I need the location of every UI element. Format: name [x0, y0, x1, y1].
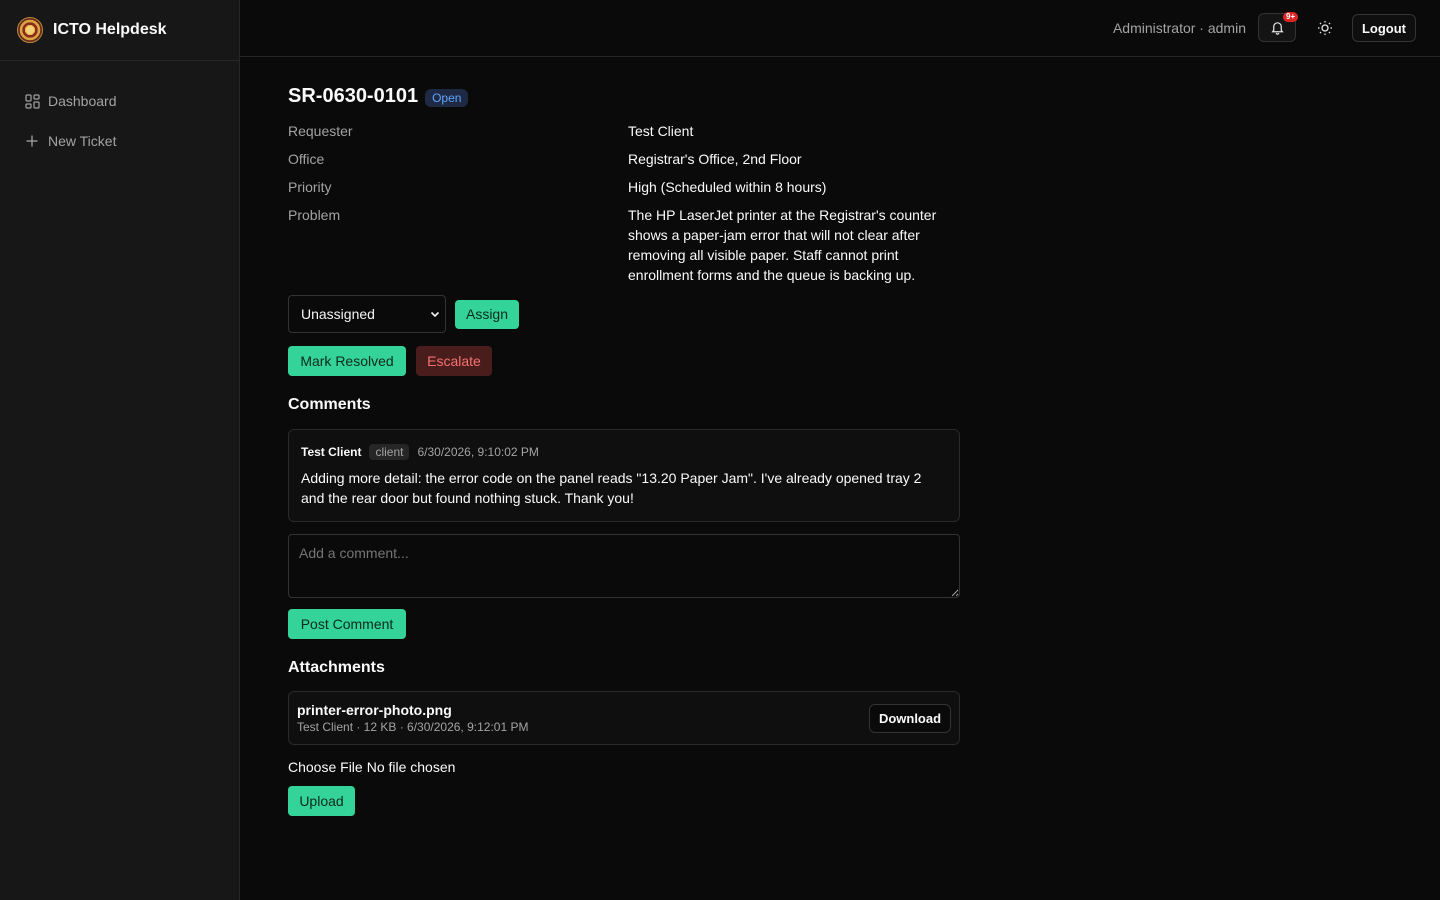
upload-button[interactable]: Upload	[288, 786, 355, 816]
sidebar: ICTO Helpdesk Dashboard New Ticket	[0, 0, 240, 900]
sidebar-item-new-ticket[interactable]: New Ticket	[0, 121, 239, 161]
assignee-select[interactable]: Unassigned	[288, 295, 446, 333]
sidebar-nav: Dashboard New Ticket	[0, 61, 239, 161]
mark-resolved-button[interactable]: Mark Resolved	[288, 346, 406, 376]
sidebar-item-label: New Ticket	[48, 133, 117, 149]
attachment-info: printer-error-photo.png Test Client · 12…	[297, 702, 528, 734]
role-badge: client	[369, 444, 410, 460]
download-button[interactable]: Download	[869, 703, 951, 733]
attachment-item: printer-error-photo.png Test Client · 12…	[288, 691, 960, 745]
attachments-heading: Attachments	[288, 659, 385, 676]
detail-row-office: Office Registrar's Office, 2nd Floor	[288, 149, 960, 169]
notifications-button[interactable]: 9+	[1258, 12, 1299, 42]
comment-timestamp: 6/30/2026, 9:10:02 PM	[417, 445, 539, 459]
detail-row-problem: Problem The HP LaserJet printer at the R…	[288, 205, 960, 285]
detail-value: Registrar's Office, 2nd Floor	[628, 151, 802, 167]
comment-card: Test Client client 6/30/2026, 9:10:02 PM…	[288, 429, 960, 522]
detail-label: Priority	[288, 179, 332, 195]
file-status-text: No file chosen	[366, 759, 456, 775]
ticket-details: Requester Test Client Office Registrar's…	[288, 121, 960, 285]
comments-heading: Comments	[288, 396, 371, 413]
assign-button[interactable]: Assign	[455, 299, 519, 329]
app-title: ICTO Helpdesk	[53, 21, 167, 38]
comment-meta: Test Client client 6/30/2026, 9:10:02 PM	[301, 442, 947, 462]
comment-author: Test Client	[301, 445, 362, 459]
status-badge: Open	[425, 89, 469, 107]
escalate-button[interactable]: Escalate	[416, 346, 492, 376]
detail-label: Requester	[288, 123, 353, 139]
bell-icon	[1270, 20, 1285, 35]
logout-button[interactable]: Logout	[1352, 14, 1416, 42]
detail-label: Problem	[288, 207, 341, 223]
page-title: SR-0630-0101	[288, 84, 419, 107]
detail-label: Office	[288, 151, 325, 167]
attachment-meta: Test Client · 12 KB · 6/30/2026, 9:12:01…	[297, 720, 529, 734]
detail-value: The HP LaserJet printer at the Registrar…	[628, 207, 937, 283]
comment-body: Adding more detail: the error code on th…	[301, 470, 922, 506]
assign-row: Unassigned Assign	[288, 295, 960, 333]
detail-value: High (Scheduled within 8 hours)	[628, 179, 827, 195]
comment-input[interactable]	[288, 534, 960, 598]
sidebar-item-dashboard[interactable]: Dashboard	[0, 81, 239, 121]
notification-badge: 9+	[1283, 12, 1299, 22]
file-input[interactable]: Choose File No file chosen	[288, 759, 960, 775]
detail-row-priority: Priority High (Scheduled within 8 hours)	[288, 177, 960, 197]
brand[interactable]: ICTO Helpdesk	[0, 0, 239, 61]
plus-icon	[24, 133, 40, 149]
theme-toggle-button[interactable]	[1310, 13, 1340, 42]
logo-icon	[17, 17, 43, 43]
attachment-name: printer-error-photo.png	[297, 702, 452, 718]
ticket-header: SR-0630-0101 Open	[288, 81, 960, 111]
user-label: Administrator · admin	[1112, 20, 1246, 36]
post-comment-button[interactable]: Post Comment	[288, 609, 406, 639]
assignee-select-value: Unassigned	[301, 306, 375, 322]
top-bar: Administrator · admin 9+ Logout	[240, 0, 1440, 57]
detail-value: Test Client	[628, 123, 694, 139]
grid-icon	[24, 93, 40, 109]
sun-icon	[1317, 20, 1333, 36]
chevron-down-icon	[429, 308, 441, 320]
detail-row-requester: Requester Test Client	[288, 121, 960, 141]
choose-file-button[interactable]: Choose File	[288, 759, 363, 775]
sidebar-item-label: Dashboard	[48, 93, 117, 109]
ticket-detail: SR-0630-0101 Open Requester Test Client …	[288, 81, 960, 816]
ticket-actions: Mark Resolved Escalate	[288, 346, 960, 376]
